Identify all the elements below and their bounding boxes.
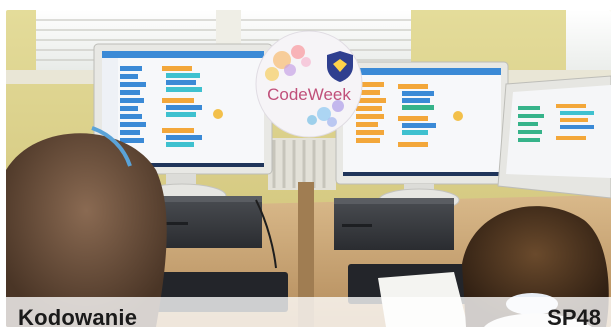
badge-label: CodeWeek (267, 85, 351, 104)
photo-card: CodeWeek Kodowanie SP48 (0, 0, 611, 327)
classroom-scene: CodeWeek (6, 10, 611, 327)
classroom-photo: CodeWeek (6, 10, 611, 327)
monitor-far-right (497, 75, 611, 199)
caption-bar: Kodowanie SP48 (6, 297, 611, 327)
caption-title: Kodowanie (18, 305, 138, 327)
codeweek-badge: CodeWeek (255, 30, 363, 138)
caption-code: SP48 (547, 305, 601, 327)
